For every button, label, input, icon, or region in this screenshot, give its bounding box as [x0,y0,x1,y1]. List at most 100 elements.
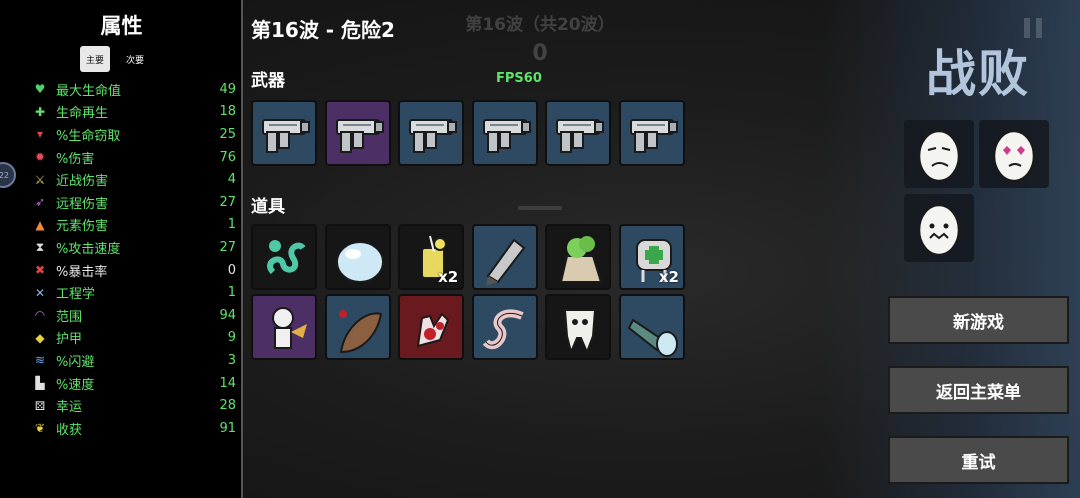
item-slot[interactable]: x2 [398,224,465,290]
stat-label: 近战伤害 [56,174,109,190]
item-slot[interactable] [324,294,391,360]
harvest-icon: ❦ [34,421,46,436]
stat-label: %闪避 [56,354,95,370]
stat-value: 76 [219,149,236,165]
result-title: 战败 [926,45,1030,103]
alien-tentacle-icon [267,240,306,275]
stat-label: %暴击率 [56,264,108,280]
item-slot[interactable]: x2 [619,224,685,290]
item-slot[interactable] [324,224,391,290]
stat-row: ✕ 工程学 1 [32,281,236,304]
bow-icon: ➶ [34,195,46,210]
lovestruck-egg-icon [992,129,1036,183]
stat-row: ⧗ %攻击速度 27 [32,236,236,259]
stat-value: 25 [219,126,236,142]
shield-icon: ◆ [35,330,45,345]
stat-label: %生命窃取 [56,128,121,144]
pistol-icon [262,119,310,153]
stats-title: 属性 [100,14,143,38]
stat-row: ✖ %暴击率 0 [32,259,236,282]
stat-label: %伤害 [56,151,95,167]
stats-tabs: 主要 次要 [80,46,150,72]
pistol-icon [630,119,678,153]
character-slot[interactable] [904,194,974,262]
items-label: 道具 [251,197,285,217]
stat-label: 元素伤害 [56,219,109,235]
item-slot[interactable] [471,294,538,360]
bloody-hand-icon [416,312,450,348]
dodge-icon: ≋ [34,353,46,368]
weapon-slot[interactable] [324,100,391,166]
item-quantity: x2 [438,268,459,286]
tooth-icon [564,309,597,356]
weapon-slot[interactable] [398,100,465,166]
item-slot[interactable] [251,224,317,290]
weapon-slot[interactable] [619,100,685,166]
item-slot[interactable] [619,294,685,360]
stat-value: 49 [219,81,236,97]
muscle-icon: ✹ [34,150,46,165]
hourglass-icon: ⧗ [35,239,45,254]
item-quantity: x2 [658,268,679,286]
character-slot[interactable] [904,120,974,188]
item-slot[interactable] [471,224,538,290]
stat-value: 1 [227,217,236,233]
worm-icon [482,309,524,350]
sword-icon: ⚔ [34,172,46,187]
pistol-icon [335,119,384,153]
crit-icon: ✖ [34,263,46,278]
item-slot[interactable] [251,294,317,360]
weapons-label: 武器 [251,71,285,91]
stat-label: 护甲 [56,332,83,348]
boot-icon: ▙ [35,376,45,391]
weapon-slot[interactable] [545,100,612,166]
sick-egg-icon [917,203,961,257]
stat-label: 远程伤害 [56,196,109,212]
weapon-slot[interactable] [471,100,538,166]
stat-value: 0 [227,262,236,278]
stats-panel: 属性 主要 次要 ♥ 最大生命值 49 ✚ 生命再生 18 ▾ %生命窃取 25 ✹ %伤害 76 ⚔ 近… [0,0,243,498]
item-slot[interactable] [545,224,612,290]
stat-row: ▾ %生命窃取 25 [32,123,236,146]
stat-value: 28 [219,398,236,414]
pistol-icon [556,119,605,153]
main-menu-button[interactable]: 返回主菜单 [888,366,1069,414]
background-wave-text: 第16波（共20波） [465,15,615,35]
stat-row: ✹ %伤害 76 [32,146,236,169]
stat-list: ♥ 最大生命值 49 ✚ 生命再生 18 ▾ %生命窃取 25 ✹ %伤害 76 ⚔ 近战伤害 4 ➶ 远程伤害… [32,78,236,440]
pistol-icon [482,119,531,153]
background-wave-count: 0 [532,41,548,66]
stat-value: 4 [227,172,236,188]
new-game-button[interactable]: 新游戏 [888,296,1069,344]
rocket-icon [485,238,526,286]
stat-row: ✚ 生命再生 18 [32,101,236,124]
flashlight-icon [627,318,678,357]
stat-value: 18 [219,104,236,120]
item-slot[interactable] [545,294,612,360]
retry-button[interactable]: 重试 [888,436,1069,484]
stat-value: 27 [219,239,236,255]
stat-row: ➶ 远程伤害 27 [32,191,236,214]
character-slot[interactable] [979,120,1049,188]
flame-icon: ▲ [35,217,45,232]
regen-icon: ✚ [34,104,46,119]
weapon-slot[interactable] [251,100,317,166]
leech-icon [338,310,382,354]
sad-egg-icon [917,129,961,183]
stat-label: 收获 [56,422,83,438]
jelly-blob-icon [335,241,384,283]
tab-secondary[interactable]: 次要 [120,46,150,72]
wrench-icon: ✕ [34,285,46,300]
divider [518,206,562,210]
wave-title: 第16波 - 危险2 [251,18,395,42]
stat-label: %攻击速度 [56,241,121,257]
stat-value: 1 [227,285,236,301]
fertilizer-sack-icon [560,236,603,283]
stat-label: %速度 [56,377,95,393]
tab-primary[interactable]: 主要 [80,46,110,72]
item-slot[interactable] [398,294,465,360]
stat-row: ❦ 收获 91 [32,417,236,440]
background-wave-counter: 第16波（共20波） 0 [460,10,620,66]
range-icon: ◠ [34,308,46,323]
stat-label: 生命再生 [56,106,109,122]
